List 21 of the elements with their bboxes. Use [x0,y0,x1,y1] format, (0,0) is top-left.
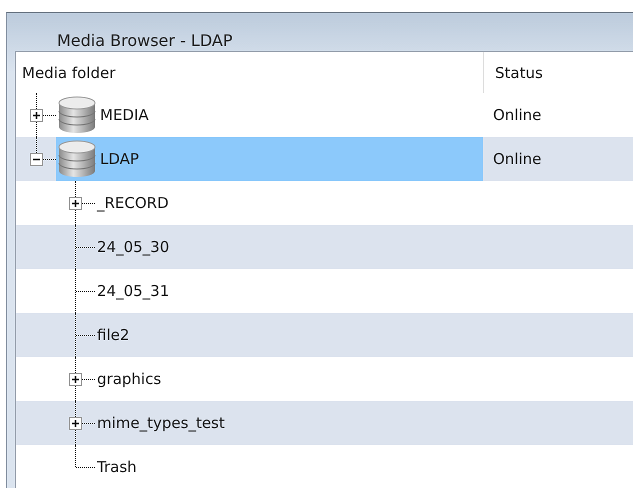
expand-button[interactable] [69,417,82,430]
expand-button[interactable] [69,373,82,386]
panel-title: Media Browser - LDAP [56,30,234,51]
tree-item[interactable]: file2 [95,326,134,344]
tree-item[interactable]: MEDIA [98,106,153,124]
tree-item[interactable]: 24_05_31 [95,282,174,300]
tree-item[interactable]: Trash [95,458,141,476]
expand-button[interactable] [30,109,43,122]
collapse-button[interactable] [30,153,43,166]
tree-item[interactable]: 24_05_30 [95,238,174,256]
column-header[interactable]: Status [483,52,633,93]
tree-item[interactable]: mime_types_test [95,414,229,432]
tree-item[interactable]: graphics [95,370,166,388]
database-icon [56,95,98,135]
tree-item[interactable]: LDAP [98,150,143,168]
tree-item[interactable]: _RECORD [95,194,173,212]
column-header[interactable]: Media folder [16,52,483,93]
status-text: Online [493,106,542,124]
expand-button[interactable] [69,197,82,210]
status-text: Online [493,150,542,168]
database-icon [56,139,98,179]
